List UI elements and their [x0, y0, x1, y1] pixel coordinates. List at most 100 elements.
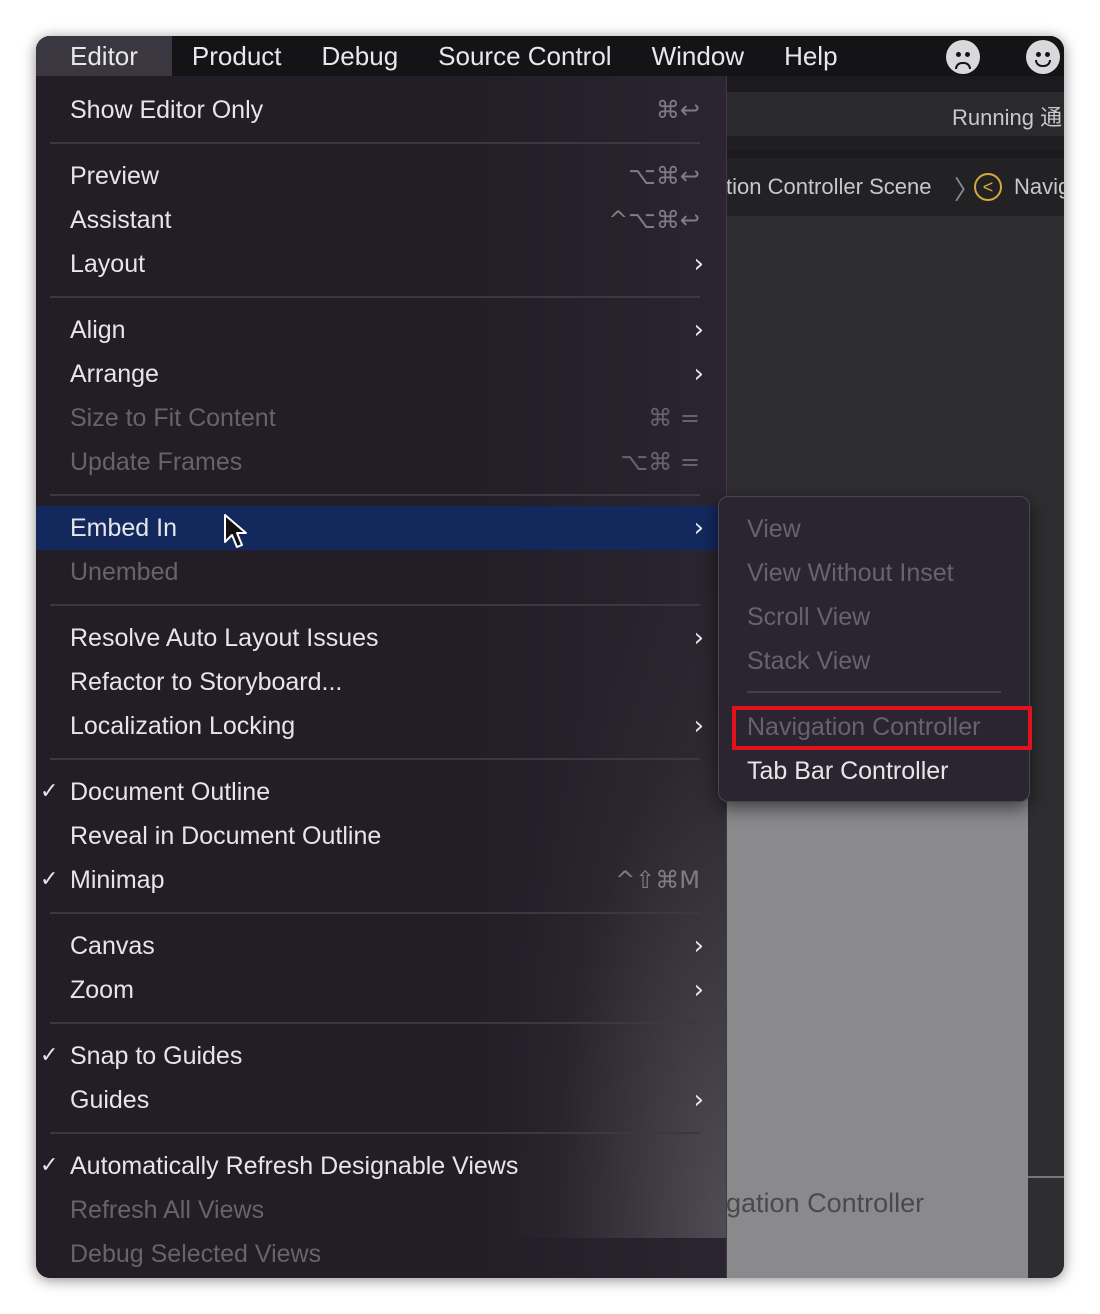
checkmark-icon: ✓ — [40, 1043, 59, 1068]
menu-item-zoom[interactable]: Zoom › — [36, 968, 726, 1012]
shortcut: ⌘ = — [648, 404, 700, 432]
menu-item-size-to-fit-content[interactable]: Size to Fit Content ⌘ = — [36, 396, 726, 440]
menu-item-label: Arrange — [70, 360, 159, 388]
menu-item-label: Refresh All Views — [70, 1196, 265, 1224]
menu-item-arrange[interactable]: Arrange › — [36, 352, 726, 396]
menu-item-show-editor-only[interactable]: Show Editor Only ⌘↩ — [36, 88, 726, 132]
menu-item-document-outline[interactable]: ✓ Document Outline — [36, 770, 726, 814]
submenu-separator — [747, 691, 1001, 693]
face-frown-icon[interactable] — [946, 40, 980, 74]
face-smile-icon[interactable] — [1026, 40, 1060, 74]
submenu-item-view[interactable]: View — [719, 507, 1029, 551]
menu-item-canvas[interactable]: Canvas › — [36, 924, 726, 968]
submenu-item-view-without-inset[interactable]: View Without Inset — [719, 551, 1029, 595]
menu-separator — [50, 494, 700, 496]
chevron-right-icon: › — [693, 359, 704, 389]
chevron-right-icon: › — [693, 711, 704, 741]
menu-item-label: Canvas — [70, 932, 155, 960]
menu-item-label: Update Frames — [70, 448, 243, 476]
menu-product[interactable]: Product — [172, 36, 302, 76]
menu-item-guides[interactable]: Guides › — [36, 1078, 726, 1122]
menu-item-refactor-to-storyboard[interactable]: Refactor to Storyboard... — [36, 660, 726, 704]
menu-item-embed-in[interactable]: Embed In › — [36, 506, 726, 550]
menu-item-update-frames[interactable]: Update Frames ⌥⌘ = — [36, 440, 726, 484]
checkmark-icon: ✓ — [40, 1153, 59, 1178]
shortcut: ⌘↩ — [655, 96, 700, 124]
menu-item-assistant[interactable]: Assistant ^⌥⌘↩ — [36, 198, 726, 242]
menu-window[interactable]: Window — [632, 36, 764, 76]
submenu-item-label: Stack View — [747, 647, 871, 675]
navigation-controller-icon: < — [974, 173, 1002, 201]
menu-separator — [50, 142, 700, 144]
embed-in-submenu: View View Without Inset Scroll View Stac… — [718, 496, 1030, 802]
shortcut: ^⇧⌘M — [615, 866, 700, 894]
menu-help[interactable]: Help — [764, 36, 857, 76]
menu-item-label: Document Outline — [70, 778, 271, 806]
menu-item-label: Layout — [70, 250, 146, 278]
chevron-right-icon: › — [693, 623, 704, 653]
menu-item-reveal-in-document-outline[interactable]: Reveal in Document Outline — [36, 814, 726, 858]
shortcut: ⌥⌘↩ — [628, 162, 700, 190]
menu-item-label: Localization Locking — [70, 712, 296, 740]
menu-item-resolve-auto-layout-issues[interactable]: Resolve Auto Layout Issues › — [36, 616, 726, 660]
submenu-item-scroll-view[interactable]: Scroll View — [719, 595, 1029, 639]
chevron-right-icon: › — [693, 1085, 704, 1115]
chevron-right-icon: › — [693, 249, 704, 279]
chevron-right-icon: › — [693, 513, 704, 543]
activity-status: Running 通 — [952, 105, 1063, 130]
menu-item-label: Embed In — [70, 514, 178, 542]
menu-item-debug-selected-views[interactable]: Debug Selected Views — [36, 1232, 726, 1276]
shortcut: ^⌥⌘↩ — [608, 206, 700, 234]
menu-separator — [50, 296, 700, 298]
menu-item-label: Minimap — [70, 866, 165, 894]
menu-item-label: Refactor to Storyboard... — [70, 668, 343, 696]
submenu-item-label: View Without Inset — [747, 559, 954, 587]
menu-item-layout[interactable]: Layout › — [36, 242, 726, 286]
screenshot-frame: Running 通 tion Controller Scene 〉 < Navi… — [36, 36, 1064, 1278]
menu-item-preview[interactable]: Preview ⌥⌘↩ — [36, 154, 726, 198]
menu-separator — [50, 1132, 700, 1134]
menu-item-label: Show Editor Only — [70, 96, 264, 124]
annotation-highlight-box — [732, 706, 1032, 750]
menu-item-unembed[interactable]: Unembed — [36, 550, 726, 594]
checkmark-icon: ✓ — [40, 779, 59, 804]
breadcrumb-navigation[interactable]: Navig — [1014, 174, 1064, 200]
menu-item-minimap[interactable]: ✓ Minimap ^⇧⌘M — [36, 858, 726, 902]
toolbar-divider — [726, 136, 1064, 150]
menu-item-auto-refresh-designable-views[interactable]: ✓ Automatically Refresh Designable Views — [36, 1144, 726, 1188]
menu-source-control[interactable]: Source Control — [418, 36, 631, 76]
menu-item-localization-locking[interactable]: Localization Locking › — [36, 704, 726, 748]
menu-item-label: Reveal in Document Outline — [70, 822, 382, 850]
chevron-right-icon: › — [693, 931, 704, 961]
menu-item-snap-to-guides[interactable]: ✓ Snap to Guides — [36, 1034, 726, 1078]
menu-separator — [50, 758, 700, 760]
menu-item-label: Zoom — [70, 976, 134, 1004]
menu-separator — [50, 1022, 700, 1024]
scene-title: gation Controller — [726, 1188, 925, 1218]
menu-separator — [50, 604, 700, 606]
checkmark-icon: ✓ — [40, 867, 59, 892]
menu-item-label: Preview — [70, 162, 159, 190]
menu-item-label: Automatically Refresh Designable Views — [70, 1152, 519, 1180]
menu-item-refresh-all-views[interactable]: Refresh All Views — [36, 1188, 726, 1232]
submenu-item-label: View — [747, 515, 801, 543]
scene-divider — [1028, 1176, 1064, 1178]
breadcrumb-scene[interactable]: tion Controller Scene — [726, 174, 931, 200]
submenu-item-label: Scroll View — [747, 603, 871, 631]
menu-item-label: Unembed — [70, 558, 179, 586]
menu-item-label: Snap to Guides — [70, 1042, 243, 1070]
submenu-item-label: Tab Bar Controller — [747, 757, 949, 785]
menu-editor[interactable]: Editor — [36, 36, 172, 76]
menu-separator — [50, 912, 700, 914]
menu-item-label: Assistant — [70, 206, 172, 234]
menu-debug[interactable]: Debug — [302, 36, 419, 76]
submenu-item-tab-bar-controller[interactable]: Tab Bar Controller — [719, 749, 1029, 793]
submenu-item-stack-view[interactable]: Stack View — [719, 639, 1029, 683]
menu-bar: Editor Product Debug Source Control Wind… — [36, 36, 1064, 76]
menu-item-label: Size to Fit Content — [70, 404, 276, 432]
menu-item-align[interactable]: Align › — [36, 308, 726, 352]
shortcut: ⌥⌘ = — [620, 448, 700, 476]
menu-item-label: Debug Selected Views — [70, 1240, 322, 1268]
chevron-right-icon: › — [693, 975, 704, 1005]
chevron-right-icon: › — [693, 315, 704, 345]
